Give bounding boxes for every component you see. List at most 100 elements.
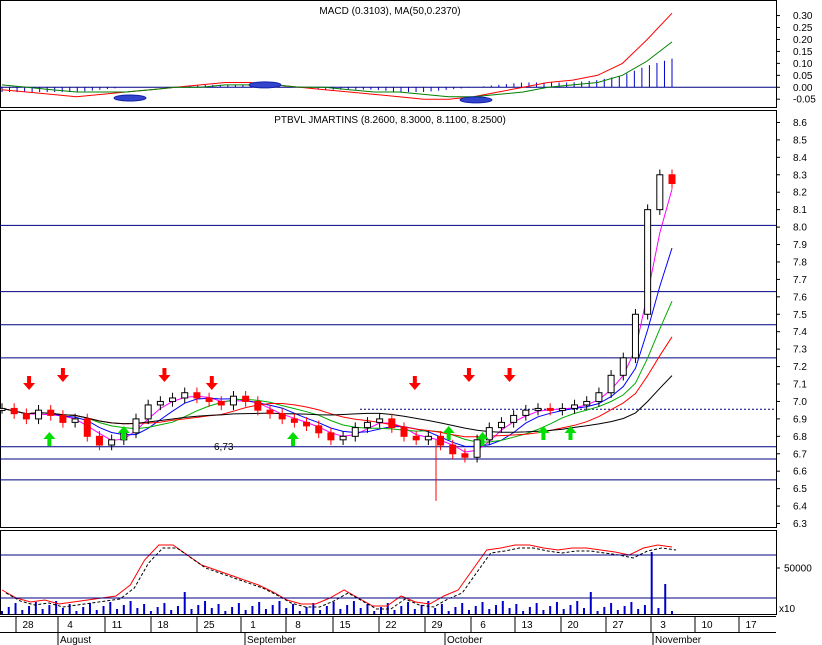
- candle-body: [327, 432, 335, 441]
- price-title: PTBVL JMARTINS (8.2600, 8.3000, 8.1100, …: [274, 115, 506, 126]
- candle-body: [522, 409, 530, 416]
- arrow-up-icon: [287, 432, 300, 446]
- price-tick-label: 8.0: [793, 223, 807, 234]
- macd-lines: [1, 12, 673, 104]
- price-tick-label: 6.7: [793, 449, 807, 460]
- volume-tick-label: 50000: [784, 564, 812, 575]
- price-tick-label: 6.5: [793, 484, 807, 495]
- candle-body: [156, 400, 164, 406]
- stoch-k-line: [1, 544, 673, 607]
- candle-body: [22, 413, 30, 420]
- candle-body: [461, 453, 469, 458]
- x-tick-label: 25: [203, 620, 215, 631]
- price-tick-label: 7.8: [793, 257, 807, 268]
- candle-body: [169, 397, 177, 402]
- macd-tick-label: 0.05: [793, 71, 813, 82]
- price-tick-label: 8.2: [793, 188, 807, 199]
- price-tick-label: 7.5: [793, 310, 807, 321]
- candle-body: [181, 392, 189, 399]
- price-tick-label: 7.0: [793, 397, 807, 408]
- candle-body: [668, 174, 676, 184]
- candle-body: [388, 418, 396, 429]
- price-tick-label: 6.8: [793, 432, 807, 443]
- price-tick-label: 7.6: [793, 292, 807, 303]
- scale-note: x10: [779, 604, 796, 615]
- candle-body: [571, 404, 579, 409]
- candle-body: [217, 400, 225, 406]
- candle-body: [497, 421, 505, 429]
- arrow-down-icon: [158, 368, 171, 382]
- month-label: October: [447, 635, 483, 645]
- candle-body: [437, 435, 445, 446]
- price-tick-label: 6.3: [793, 519, 807, 530]
- candle-body: [546, 407, 554, 411]
- volume-bars: [1, 552, 673, 614]
- price-tick-label: 6.6: [793, 467, 807, 478]
- price-tick-label: 8.5: [793, 135, 807, 146]
- candle-body: [339, 435, 347, 441]
- x-tick-label: 10: [701, 620, 713, 631]
- x-tick-label: 20: [567, 620, 579, 631]
- moving-averages: [1, 189, 673, 453]
- candle-body: [35, 409, 43, 420]
- macd-cross-marker: [248, 81, 282, 89]
- candle-body: [583, 400, 591, 406]
- candle-body: [656, 174, 664, 211]
- month-label: November: [655, 635, 702, 645]
- candle-body: [266, 409, 274, 415]
- x-tick-label: 22: [385, 620, 397, 631]
- candle-body: [205, 397, 213, 402]
- candle-body: [83, 418, 91, 437]
- macd-y-axis: 0.300.250.200.150.100.050.00-0.05: [776, 11, 816, 106]
- x-tick-label: 1: [250, 620, 256, 631]
- candle-body: [315, 425, 323, 434]
- macd-series-line: [1, 41, 673, 98]
- macd-tick-label: 0.30: [793, 11, 813, 22]
- x-tick-label: 15: [339, 620, 351, 631]
- candle-body: [254, 400, 262, 411]
- arrow-down-icon: [23, 376, 36, 390]
- candle-body: [242, 395, 250, 402]
- candle-body: [473, 439, 481, 458]
- x-tick-label: 18: [157, 620, 169, 631]
- arrow-down-icon: [56, 368, 69, 382]
- x-tick-label: 27: [612, 620, 624, 631]
- stock-chart: MACD (0.3103), MA(50,0.2370) 0.300.250.2…: [0, 0, 816, 645]
- macd-cross-marker: [113, 94, 147, 102]
- x-axis: 28 4 11 18 25 1 8 15 22 29 6 13 20 27 3 10 17August Septe…: [15, 616, 757, 645]
- arrow-down-icon: [408, 376, 421, 390]
- macd-tick-label: 0.15: [793, 47, 813, 58]
- candle-body: [558, 407, 566, 411]
- month-label: September: [247, 635, 297, 645]
- price-tick-label: 8.1: [793, 205, 807, 216]
- macd-tick-label: 0.20: [793, 35, 813, 46]
- candle-body: [510, 414, 518, 423]
- candle-body: [644, 209, 652, 315]
- x-tick-label: 11: [112, 620, 123, 631]
- x-tick-label: 4: [67, 620, 73, 631]
- price-tick-label: 7.9: [793, 240, 807, 251]
- candle-body: [132, 418, 140, 434]
- x-tick-label: 29: [431, 620, 443, 631]
- x-tick-label: 6: [480, 620, 486, 631]
- moving-average-line: [1, 247, 673, 447]
- month-label: August: [60, 635, 91, 645]
- price-tick-label: 7.7: [793, 275, 807, 286]
- x-tick-label: 8: [295, 620, 301, 631]
- candlesticks: [0, 169, 676, 501]
- candle-body: [278, 413, 286, 420]
- candle-body: [0, 407, 6, 411]
- candle-body: [400, 427, 408, 437]
- macd-tick-label: 0.10: [793, 59, 813, 70]
- stoch-d-line: [5, 547, 677, 610]
- candle-body: [351, 427, 359, 437]
- price-tick-label: 7.1: [793, 380, 807, 391]
- x-tick-label: 3: [660, 620, 666, 631]
- candle-body: [363, 421, 371, 429]
- price-annotation: 6,73: [214, 442, 234, 453]
- candle-body: [193, 392, 201, 399]
- support-resistance-lines: [0, 224, 776, 481]
- arrow-up-icon: [442, 426, 455, 440]
- price-tick-label: 8.3: [793, 170, 807, 181]
- macd-tick-label: -0.05: [793, 95, 816, 106]
